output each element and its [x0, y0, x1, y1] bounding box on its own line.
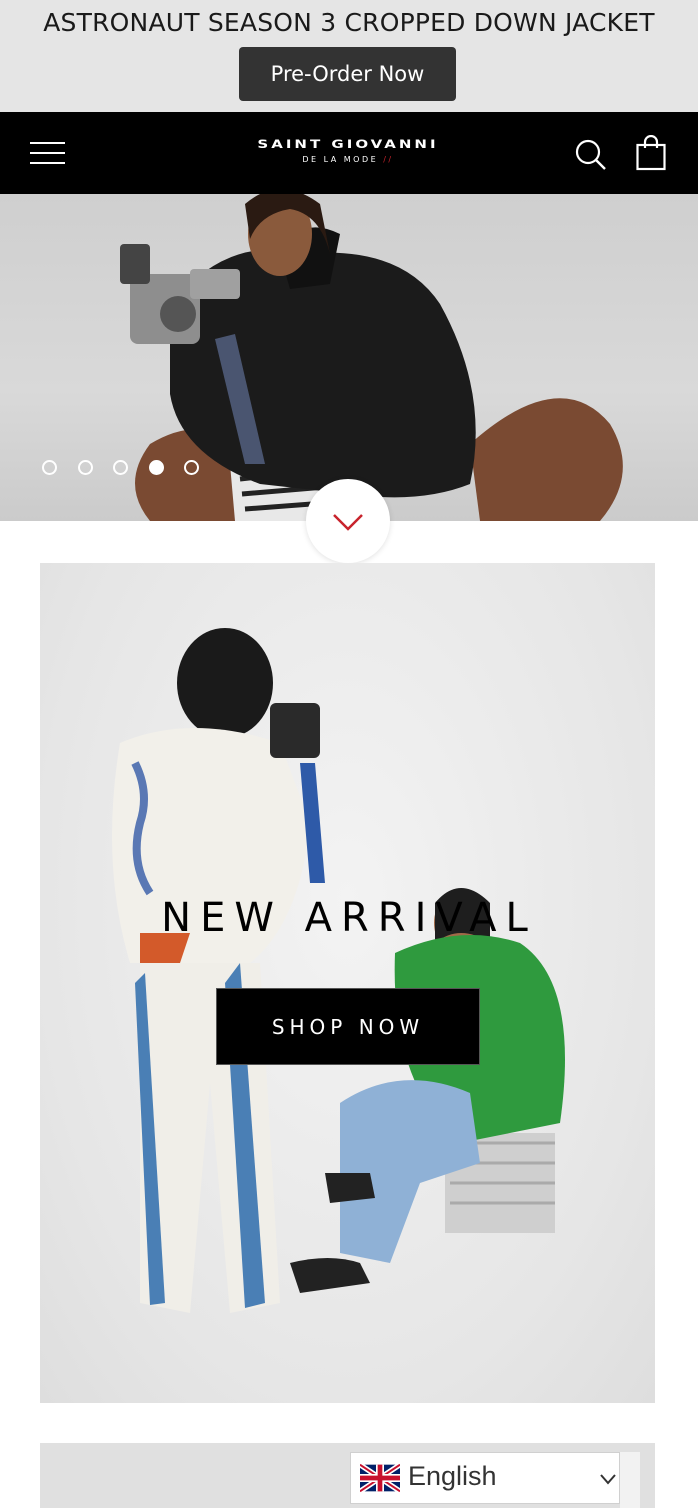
new-arrival-title: NEW ARRIVAL	[161, 895, 537, 941]
chevron-down-icon	[600, 1474, 616, 1485]
search-icon[interactable]	[575, 139, 607, 171]
new-arrival-image[interactable]	[40, 563, 655, 1403]
uk-flag-icon	[360, 1463, 400, 1493]
shop-now-button[interactable]: SHOP NOW	[216, 988, 480, 1065]
site-logo[interactable]: SAINT GIOVANNI DE LA MODE //	[228, 134, 468, 174]
scroll-strip	[620, 1452, 640, 1508]
scroll-down-button[interactable]	[306, 479, 390, 563]
language-label: English	[408, 1461, 497, 1491]
logo-main-text: SAINT GIOVANNI	[257, 137, 439, 151]
announcement-title: ASTRONAUT SEASON 3 CROPPED DOWN JACKET	[43, 8, 655, 37]
slide-dot[interactable]	[78, 460, 93, 475]
logo-sub-text: DE LA MODE //	[302, 155, 394, 164]
hero-slide-image[interactable]	[0, 194, 698, 521]
slide-dot-active[interactable]	[149, 460, 164, 475]
cart-icon[interactable]	[636, 135, 666, 171]
announcement-bar: ASTRONAUT SEASON 3 CROPPED DOWN JACKET P…	[0, 0, 698, 112]
slide-dot[interactable]	[184, 460, 199, 475]
slide-dot[interactable]	[113, 460, 128, 475]
pre-order-button[interactable]: Pre-Order Now	[239, 47, 456, 101]
slide-dot[interactable]	[42, 460, 57, 475]
language-selector[interactable]: English	[350, 1452, 620, 1504]
menu-icon[interactable]	[30, 140, 65, 166]
chevron-down-icon	[333, 514, 363, 531]
